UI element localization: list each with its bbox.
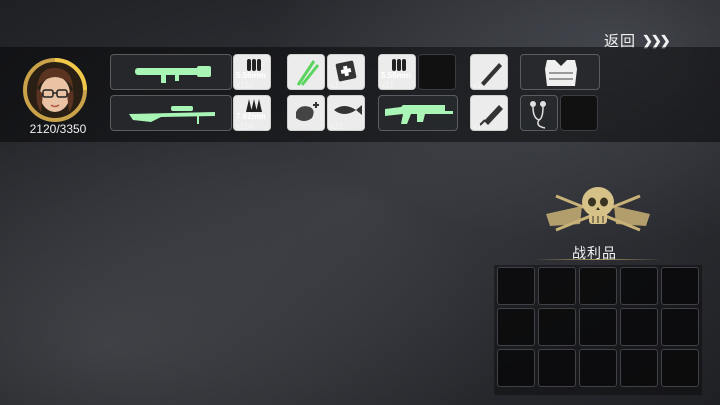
quantity-label: x31 [381,81,394,90]
loot-slot[interactable] [661,349,699,387]
loot-slot[interactable] [620,349,658,387]
loot-slot[interactable] [538,267,576,305]
empty-slot[interactable] [560,95,598,131]
quantity-label: x104 [236,122,254,131]
meat-icon [296,102,319,121]
empty-slot[interactable] [418,54,456,90]
weapon-slot-sniper-rifle[interactable] [110,95,232,131]
loot-slot[interactable] [538,349,576,387]
player-score: 2120/3350 [29,122,87,136]
item-slot-meat[interactable] [287,95,325,131]
loot-grid [494,265,702,395]
loot-slot[interactable] [579,349,617,387]
loot-slot[interactable] [579,267,617,305]
herb-icon [296,60,320,86]
item-slot-herb[interactable] [287,54,325,90]
quantity-label: x1 [473,122,482,131]
armor-slot-vest[interactable] [520,54,600,90]
loot-slot[interactable] [661,267,699,305]
loot-slot[interactable] [620,267,658,305]
loot-slot[interactable] [579,308,617,346]
loot-slot[interactable] [497,267,535,305]
caliber-label: 7.62mm [236,112,266,121]
earphones-icon [530,101,546,129]
weapon-slot-rocket-launcher[interactable] [110,54,232,90]
item-slot-earphones[interactable] [520,95,558,131]
quantity-label: x15 [330,122,343,131]
loot-slot[interactable] [538,308,576,346]
loot-title: 战利品 [572,245,617,261]
player-avatar[interactable] [23,58,87,122]
loot-slot[interactable] [661,308,699,346]
loot-slot[interactable] [620,308,658,346]
sniper-rifle-icon [129,106,215,124]
loot-slot[interactable] [497,349,535,387]
rocket-launcher-icon [135,66,211,83]
caliber-label: 5.56mm [381,71,411,80]
skull-emblem-icon [542,184,654,242]
body-armor-icon [545,60,577,86]
caliber-label: 5.56mm [236,71,266,80]
loot-slot[interactable] [497,308,535,346]
loot-divider [532,259,662,260]
